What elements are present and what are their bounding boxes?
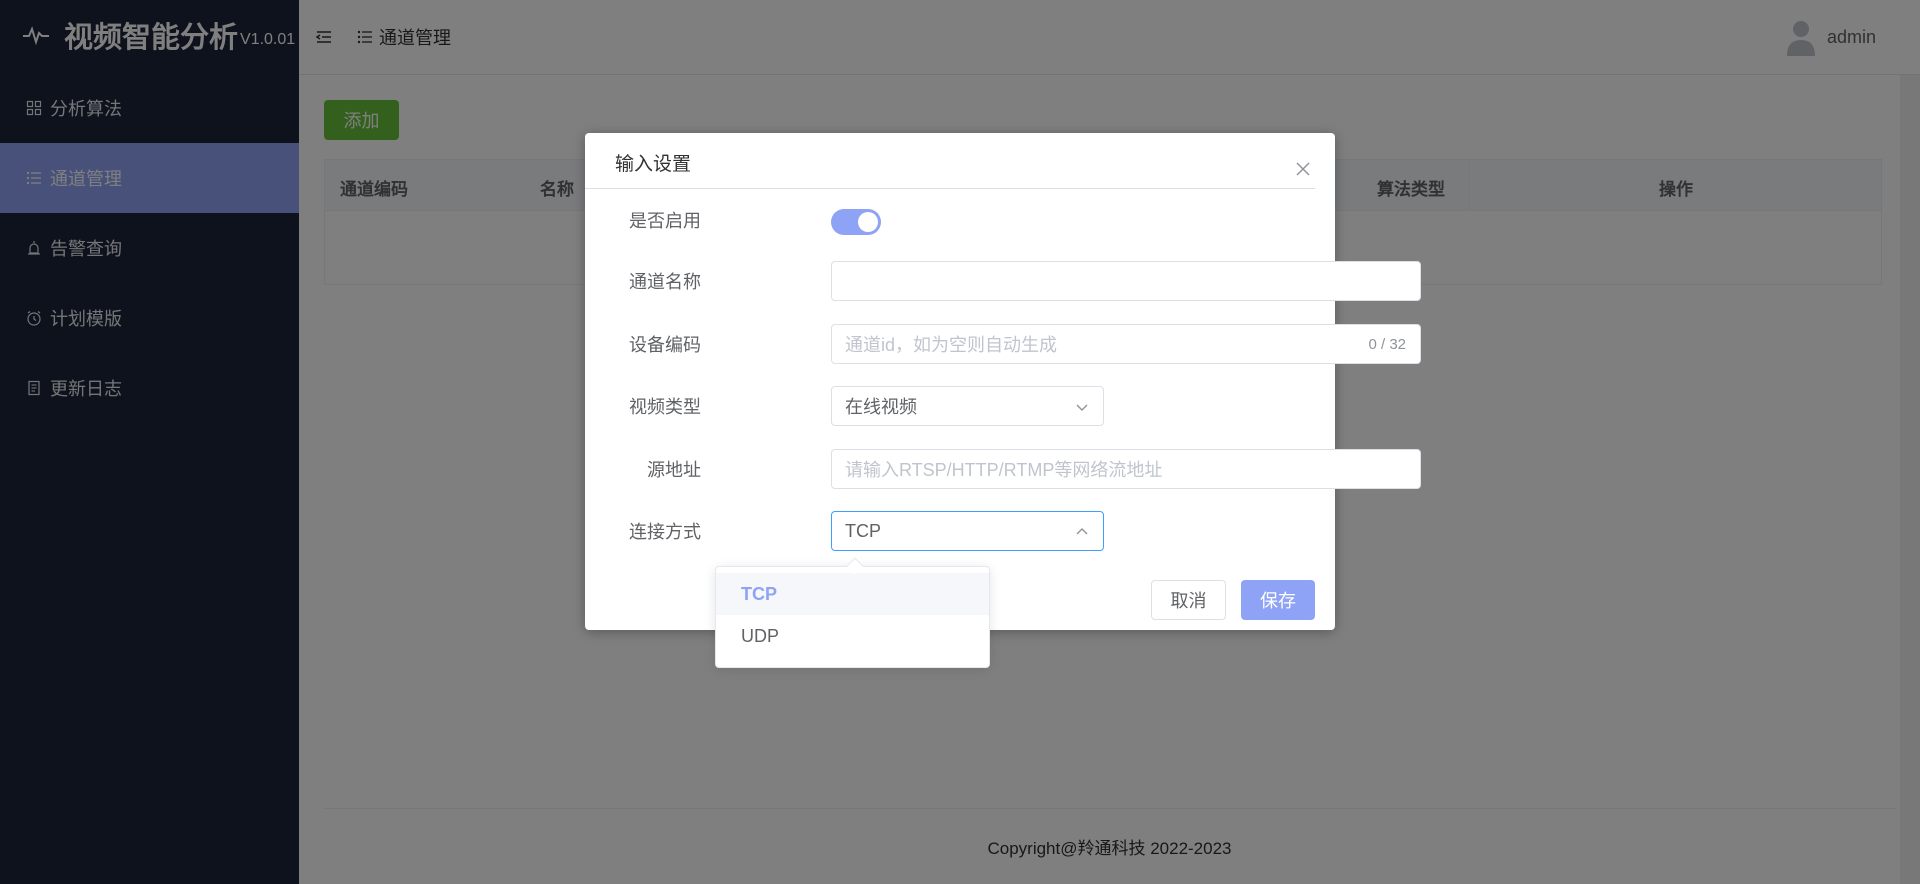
switch-knob <box>858 212 878 232</box>
close-icon[interactable] <box>1295 161 1311 177</box>
source-url-input[interactable]: 请输入RTSP/HTTP/RTMP等网络流地址 <box>831 449 1421 489</box>
field-label: 视频类型 <box>629 397 701 417</box>
channel-name-input[interactable] <box>831 261 1421 301</box>
option-udp[interactable]: UDP <box>716 615 989 657</box>
input-settings-dialog: 输入设置 是否启用 通道名称 设备编码 通道id，如为空则自动生成 0 / 32… <box>585 133 1421 630</box>
enabled-switch[interactable] <box>831 209 881 235</box>
source-url-placeholder: 请输入RTSP/HTTP/RTMP等网络流地址 <box>845 460 1163 480</box>
form-row-device-code: 设备编码 通道id，如为空则自动生成 0 / 32 <box>585 324 1421 364</box>
dialog-divider <box>585 188 1315 189</box>
device-code-input[interactable]: 通道id，如为空则自动生成 0 / 32 <box>831 324 1421 364</box>
field-label: 是否启用 <box>629 211 701 231</box>
field-label: 通道名称 <box>629 272 701 292</box>
field-label: 设备编码 <box>629 335 701 355</box>
connection-select[interactable]: TCP <box>831 511 1104 551</box>
save-button[interactable]: 保存 <box>1241 580 1315 620</box>
form-row-enabled: 是否启用 <box>585 205 1335 235</box>
form-row-video-type: 视频类型 在线视频 <box>585 386 1335 426</box>
device-code-placeholder: 通道id，如为空则自动生成 <box>845 335 1058 355</box>
form-row-channel-name: 通道名称 <box>585 261 1421 301</box>
video-type-select[interactable]: 在线视频 <box>831 386 1104 426</box>
form-row-connection: 连接方式 TCP <box>585 511 1335 551</box>
field-label: 连接方式 <box>629 522 701 542</box>
cancel-button[interactable]: 取消 <box>1151 580 1226 620</box>
video-type-value: 在线视频 <box>845 397 917 417</box>
connection-value: TCP <box>845 520 881 541</box>
chevron-up-icon <box>1076 528 1088 535</box>
field-label: 源地址 <box>647 460 701 480</box>
chevron-down-icon <box>1076 404 1088 411</box>
option-tcp[interactable]: TCP <box>716 573 989 615</box>
char-counter: 0 / 32 <box>1368 335 1406 353</box>
connection-dropdown: TCP UDP <box>715 557 990 668</box>
form-row-source: 源地址 请输入RTSP/HTTP/RTMP等网络流地址 <box>585 449 1421 489</box>
dialog-title: 输入设置 <box>615 154 692 175</box>
